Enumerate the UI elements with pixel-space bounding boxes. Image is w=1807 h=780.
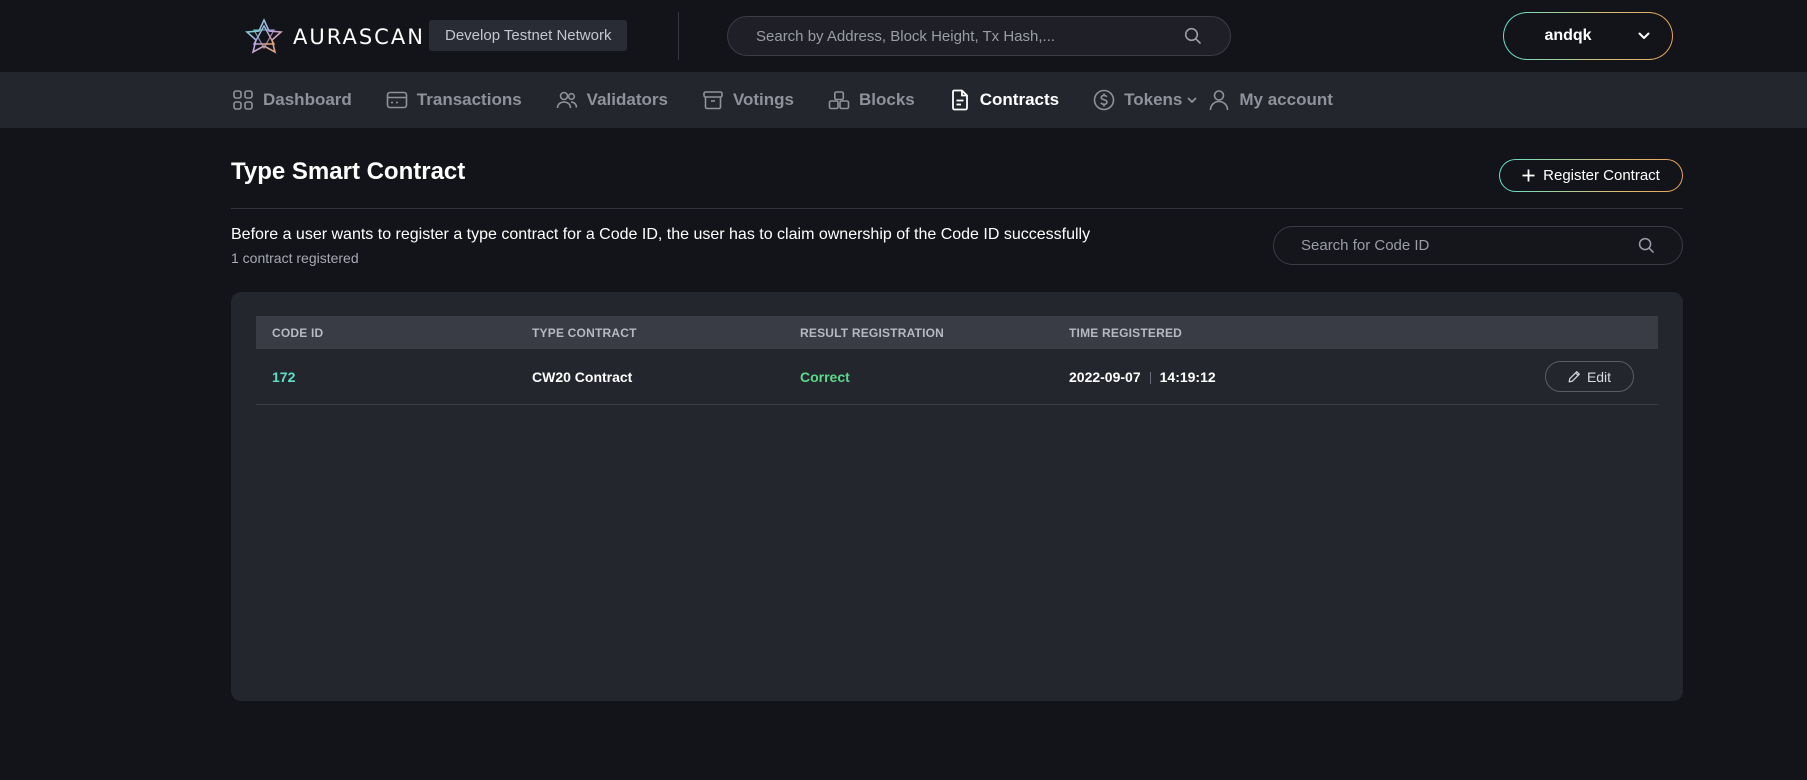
nav-label-contracts: Contracts [979, 90, 1060, 109]
nav-label-validators: Validators [586, 90, 668, 109]
blocks-icon [827, 88, 851, 112]
time-separator [1149, 371, 1151, 384]
global-search-input[interactable] [756, 27, 1184, 45]
register-contract-label: Register Contract [1543, 167, 1660, 184]
network-badge: Develop Testnet Network [429, 20, 628, 51]
registered-time: 14:19:12 [1159, 368, 1216, 385]
chevron-down-icon [1187, 97, 1197, 104]
dashboard-icon [231, 88, 255, 112]
plus-icon [1522, 169, 1535, 182]
nav-item-my-account[interactable]: My account [1207, 88, 1333, 112]
nav-item-blocks[interactable]: Blocks [827, 88, 915, 112]
top-header: AURASCAN Develop Testnet Network andqk [0, 0, 1807, 72]
logo-text: AURASCAN [293, 25, 425, 49]
account-icon [1207, 88, 1231, 112]
code-id-search-box [1273, 226, 1683, 265]
tokens-icon [1092, 88, 1116, 112]
search-icon[interactable] [1638, 237, 1655, 254]
header-divider [678, 12, 679, 60]
nav-label-transactions: Transactions [416, 90, 522, 109]
chevron-down-icon [1638, 32, 1650, 40]
registered-date: 2022-09-07 [1069, 368, 1141, 385]
nav-label-votings: Votings [732, 90, 795, 109]
nav-item-tokens[interactable]: Tokens [1092, 88, 1197, 112]
nav-items: Dashboard Transactions Validators Voting… [231, 72, 1366, 128]
register-contract-inner: Register Contract [1500, 160, 1682, 191]
cell-code-id: 172 [256, 369, 532, 385]
column-header-type-contract: TYPE CONTRACT [532, 325, 637, 340]
result-status: Correct [800, 368, 850, 385]
column-header-result-registration: RESULT REGISTRATION [800, 325, 945, 340]
nav-label-my-account: My account [1239, 90, 1333, 109]
cell-result: Correct [800, 369, 1069, 385]
votings-icon [701, 88, 725, 112]
account-menu-inner: andqk [1504, 13, 1672, 59]
table-header: CODE ID TYPE CONTRACT RESULT REGISTRATIO… [256, 316, 1658, 349]
network-label: Develop Testnet Network [445, 27, 612, 44]
transactions-icon [385, 88, 409, 112]
register-contract-button[interactable]: Register Contract [1499, 159, 1683, 192]
page-title: Type Smart Contract [231, 158, 466, 185]
logo[interactable]: AURASCAN [245, 17, 425, 57]
main-nav: Dashboard Transactions Validators Voting… [0, 72, 1807, 128]
contract-count: 1 contract registered [231, 250, 359, 266]
nav-item-transactions[interactable]: Transactions [385, 88, 522, 112]
nav-label-blocks: Blocks [859, 90, 915, 109]
nav-item-contracts[interactable]: Contracts [948, 88, 1059, 112]
cell-actions: Edit [1529, 361, 1658, 392]
page-description: Before a user wants to register a type c… [231, 226, 1091, 243]
code-id-link[interactable]: 172 [272, 369, 295, 385]
nav-label-tokens: Tokens [1124, 90, 1183, 109]
contracts-icon [948, 88, 972, 112]
account-menu-button[interactable]: andqk [1503, 12, 1673, 60]
account-name: andqk [1544, 27, 1592, 44]
edit-button[interactable]: Edit [1545, 361, 1634, 392]
contracts-table-card: CODE ID TYPE CONTRACT RESULT REGISTRATIO… [231, 292, 1683, 701]
nav-item-validators[interactable]: Validators [555, 88, 668, 112]
search-icon[interactable] [1184, 27, 1202, 45]
edit-label: Edit [1586, 368, 1612, 385]
cell-type-contract: CW20 Contract [532, 368, 633, 385]
section-divider [231, 208, 1683, 209]
nav-label-dashboard: Dashboard [263, 90, 352, 109]
table-row: 172 CW20 Contract Correct 2022-09-07 14:1… [256, 349, 1658, 405]
code-id-search-input[interactable] [1301, 237, 1638, 254]
column-header-code-id: CODE ID [272, 325, 324, 340]
cell-time-registered: 2022-09-07 14:19:12 [1069, 369, 1529, 385]
contracts-table: CODE ID TYPE CONTRACT RESULT REGISTRATIO… [256, 316, 1658, 405]
validators-icon [555, 88, 579, 112]
column-header-time-registered: TIME REGISTERED [1069, 325, 1183, 340]
nav-item-dashboard[interactable]: Dashboard [231, 88, 352, 112]
pencil-icon [1568, 370, 1581, 383]
aurascan-logo-icon [245, 18, 283, 56]
nav-item-votings[interactable]: Votings [701, 88, 794, 112]
global-search-box [727, 16, 1231, 56]
